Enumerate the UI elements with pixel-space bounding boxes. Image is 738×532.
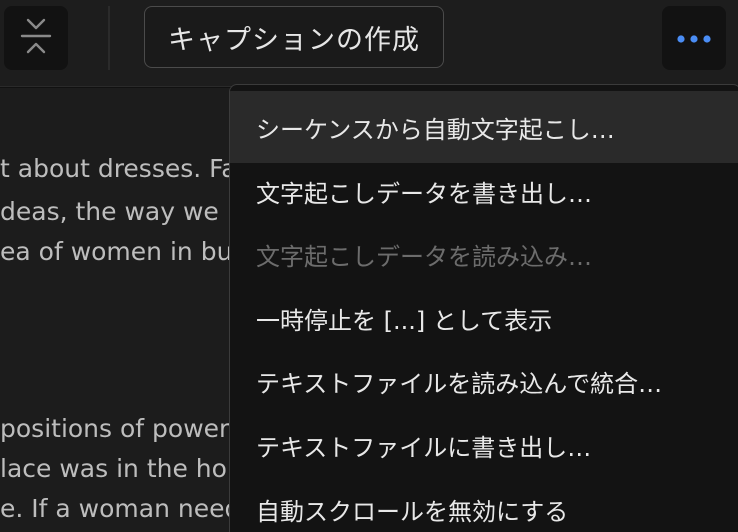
app-window: キャプションの作成 t about dresses. Fashio deas, … <box>0 0 738 532</box>
more-options-button[interactable] <box>662 6 726 70</box>
create-captions-button[interactable]: キャプションの作成 <box>144 6 444 68</box>
menu-item-show-pauses[interactable]: 一時停止を [...] として表示 <box>230 282 738 354</box>
options-menu: シーケンスから自動文字起こし… 文字起こしデータを書き出し… 文字起こしデータを… <box>229 84 738 532</box>
transcript-line: ea of women in busin <box>0 237 269 266</box>
menu-item-import-merge-text[interactable]: テキストファイルを読み込んで統合… <box>230 345 738 417</box>
transcript-line: lace was in the home <box>0 454 267 483</box>
toolbar-divider <box>108 6 110 70</box>
collapse-button[interactable] <box>4 6 68 70</box>
menu-item-export-text-file[interactable]: テキストファイルに書き出し… <box>230 409 738 481</box>
collapse-vertical-icon <box>19 16 53 60</box>
menu-item-import-transcript: 文字起こしデータを読み込み… <box>256 242 592 271</box>
menu-item-disable-autoscroll[interactable]: 自動スクロールを無効にする <box>230 473 738 532</box>
menu-item-export-transcript[interactable]: 文字起こしデータを書き出し… <box>230 155 738 227</box>
more-horizontal-icon <box>676 29 712 48</box>
toolbar: キャプションの作成 <box>0 0 738 87</box>
menu-item-auto-transcribe[interactable]: シーケンスから自動文字起こし… <box>230 91 738 163</box>
